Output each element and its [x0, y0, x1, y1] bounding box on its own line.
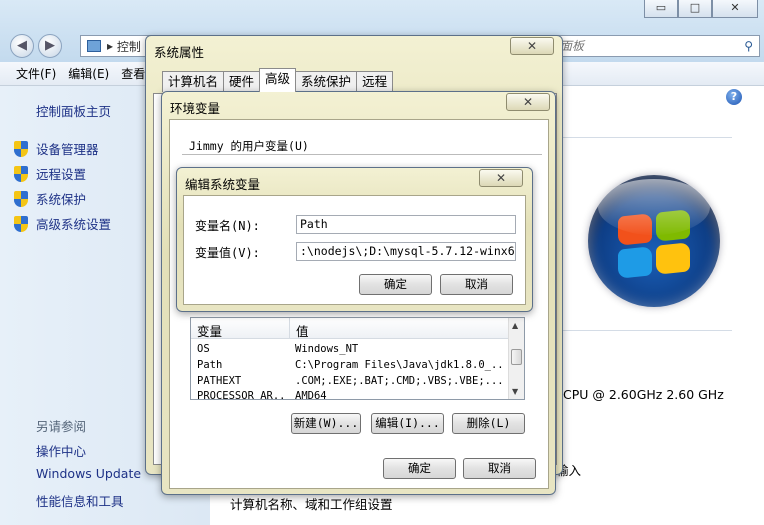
variable-value-label: 变量值(V):	[195, 246, 260, 260]
row-value: Windows_NT	[295, 343, 359, 355]
variable-name-field[interactable]: Path	[296, 215, 516, 234]
computer-name-section: 计算机名称、域和工作组设置	[230, 497, 393, 512]
task-label: 高级系统设置	[36, 217, 112, 232]
address-text: 控制	[116, 39, 141, 54]
cancel-button[interactable]: 取消	[463, 458, 536, 479]
row-value: AMD64	[295, 390, 327, 400]
new-button[interactable]: 新建(W)...	[291, 413, 361, 434]
divider	[560, 330, 732, 331]
column-header-variable[interactable]: 变量	[197, 321, 222, 340]
tab-remote[interactable]: 远程	[356, 71, 394, 92]
task-list: 设备管理器 远程设置 系统保护 高级系统设置	[14, 136, 111, 236]
task-label: 系统保护	[36, 192, 87, 207]
tab-strip: 计算机名 硬件 高级 系统保护 远程	[162, 68, 394, 92]
divider	[560, 137, 732, 138]
forward-button[interactable]: ▶	[38, 34, 62, 58]
variable-value-field[interactable]: :\nodejs\;D:\mysql-5.7.12-winx64\bin	[296, 242, 516, 261]
ok-button[interactable]: 确定	[383, 458, 456, 479]
minimize-button[interactable]: ▭	[644, 0, 678, 18]
tab-computer-name[interactable]: 计算机名	[162, 71, 225, 92]
row-variable: OS	[197, 343, 210, 355]
computer-icon	[87, 40, 101, 52]
breadcrumb-arrow-icon: ▸	[107, 39, 117, 53]
edit-button[interactable]: 编辑(I)...	[371, 413, 444, 434]
row-variable: Path	[197, 359, 223, 371]
task-advanced-system-settings[interactable]: 高级系统设置	[14, 211, 111, 236]
help-icon[interactable]: ?	[726, 89, 742, 105]
close-icon[interactable]: ✕	[479, 169, 523, 187]
close-icon[interactable]: ✕	[510, 37, 554, 55]
table-row[interactable]: PATHEXT .COM;.EXE;.BAT;.CMD;.VBS;.VBE;..…	[191, 374, 509, 389]
task-remote-settings[interactable]: 远程设置	[14, 161, 111, 186]
windows-update-link[interactable]: Windows Update	[36, 466, 141, 491]
ok-button[interactable]: 确定	[359, 274, 432, 295]
table-row[interactable]: OS Windows_NT	[191, 342, 509, 357]
back-button[interactable]: ◀	[10, 34, 34, 58]
table-row[interactable]: PROCESSOR_AR... AMD64	[191, 389, 509, 400]
shield-icon	[14, 140, 28, 157]
system-variables-table: 变量 值 OS Windows_NT Path C:\Program Files…	[190, 317, 525, 400]
search-icon[interactable]: ⚲	[744, 36, 753, 56]
performance-tools-link[interactable]: 性能信息和工具	[36, 491, 141, 516]
user-variables-label: Jimmy 的用户变量(U)	[189, 139, 309, 153]
close-button[interactable]: ✕	[712, 0, 758, 18]
task-label: 设备管理器	[36, 142, 99, 157]
dialog-title: 系统属性	[154, 45, 205, 60]
edit-system-variable-dialog: 编辑系统变量 ✕ 变量名(N): Path 变量值(V): :\nodejs\;…	[176, 167, 533, 312]
column-header-value[interactable]: 值	[296, 321, 309, 340]
cancel-button[interactable]: 取消	[440, 274, 513, 295]
menu-file[interactable]: 文件(F)	[16, 65, 56, 82]
table-header: 变量 值	[191, 318, 509, 339]
row-variable: PATHEXT	[197, 375, 242, 387]
close-icon[interactable]: ✕	[506, 93, 550, 111]
task-label: 远程设置	[36, 167, 87, 182]
task-system-protection[interactable]: 系统保护	[14, 186, 111, 211]
row-value: .COM;.EXE;.BAT;.CMD;.VBS;.VBE;....	[295, 375, 505, 387]
task-device-manager[interactable]: 设备管理器	[14, 136, 111, 161]
cpu-info: CPU @ 2.60GHz 2.60 GHz	[563, 387, 724, 402]
window-controls: ▭ □ ✕	[644, 0, 758, 18]
see-also-links: 操作中心 Windows Update 性能信息和工具	[36, 441, 141, 516]
scroll-down-icon[interactable]: ▼	[512, 387, 518, 396]
search-input[interactable]: 制面板 ⚲	[541, 36, 759, 56]
divider	[182, 154, 542, 155]
shield-icon	[14, 165, 28, 182]
scroll-up-icon[interactable]: ▲	[512, 321, 518, 330]
control-panel-home-link[interactable]: 控制面板主页	[36, 101, 111, 120]
maximize-button[interactable]: □	[678, 0, 712, 18]
dialog-title: 环境变量	[170, 101, 221, 116]
row-variable: PROCESSOR_AR...	[197, 390, 287, 400]
action-center-link[interactable]: 操作中心	[36, 441, 141, 466]
delete-button[interactable]: 删除(L)	[452, 413, 525, 434]
see-also-heading: 另请参阅	[36, 419, 87, 434]
menu-edit[interactable]: 编辑(E)	[68, 65, 109, 82]
variable-name-label: 变量名(N):	[195, 219, 260, 233]
shield-icon	[14, 190, 28, 207]
dialog-title: 编辑系统变量	[185, 177, 261, 192]
table-row[interactable]: Path C:\Program Files\Java\jdk1.8.0_...	[191, 358, 509, 373]
tab-system-protection[interactable]: 系统保护	[295, 71, 358, 92]
windows-logo	[588, 175, 720, 307]
scroll-thumb[interactable]	[511, 349, 522, 365]
menu-view[interactable]: 查看	[121, 65, 145, 82]
shield-icon	[14, 215, 28, 232]
table-scrollbar[interactable]: ▲ ▼	[508, 318, 524, 399]
tab-hardware[interactable]: 硬件	[223, 71, 261, 92]
tab-advanced[interactable]: 高级	[259, 68, 297, 92]
row-value: C:\Program Files\Java\jdk1.8.0_...	[295, 359, 505, 371]
